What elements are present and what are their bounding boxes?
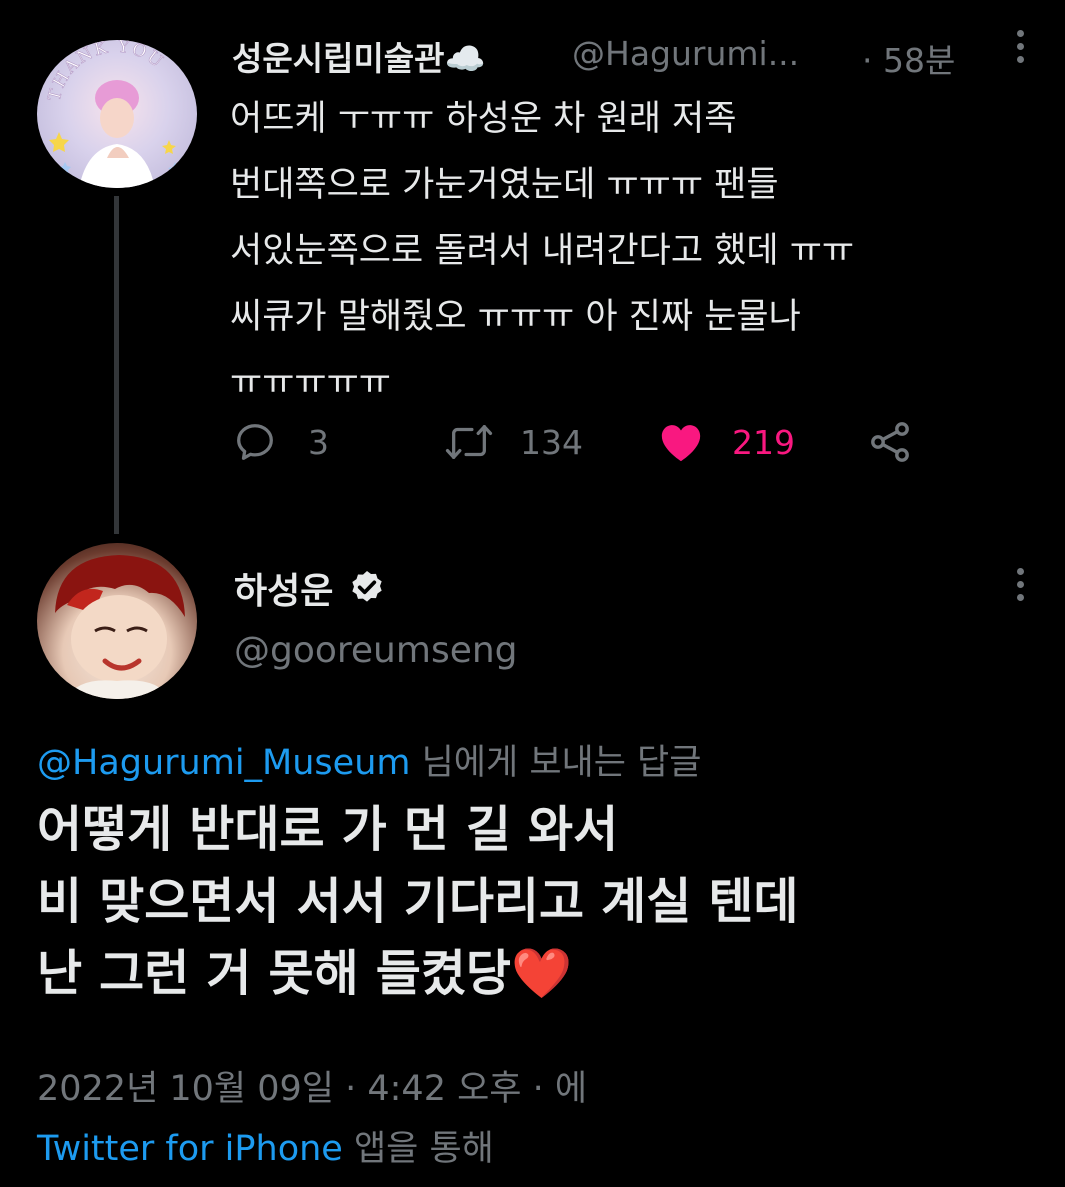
retweet-button[interactable]: 134 <box>444 414 583 470</box>
reply-count: 3 <box>308 422 329 462</box>
retweet-icon <box>445 425 493 459</box>
reply-context-suffix: 님에게 보내는 답글 <box>410 743 702 783</box>
main-more-icon[interactable] <box>1008 566 1032 608</box>
main-text-line: 비 맞으면서 서서 기다리고 계실 텐데 <box>37 873 799 930</box>
parent-text-line: 서있눈쪽으로 돌려서 내려간다고 했데 ㅠㅠ <box>230 231 855 271</box>
share-button[interactable] <box>866 414 914 470</box>
main-display-name-text: 하성운 <box>234 571 334 612</box>
main-display-name[interactable]: 하성운 <box>234 562 387 614</box>
parent-display-name[interactable]: 성운시립미술관☁️ <box>232 32 486 80</box>
parent-text-line: 번대쪽으로 가눈거였눈데 ㅠㅠㅠ 팬들 <box>230 165 779 205</box>
thread-connector-line <box>114 196 119 534</box>
avatar-image: THANK YOU <box>44 40 182 188</box>
reply-mention-link[interactable]: @Hagurumi_Museum <box>37 743 410 783</box>
reply-icon <box>237 424 273 460</box>
parent-tweet-text: 어뜨케 ㅜㅠㅠ 하성운 차 원래 저족 번대쪽으로 가눈거였눈데 ㅠㅠㅠ 팬들 … <box>230 86 1030 416</box>
tweet-source: Twitter for iPhone 앱을 통해 <box>37 1120 494 1171</box>
parent-handle[interactable]: @Hagurumi... <box>572 34 799 73</box>
main-handle[interactable]: @gooreumseng <box>234 630 518 671</box>
parent-more-icon[interactable] <box>1008 28 1032 70</box>
main-tweet-text: 어떻게 반대로 가 먼 길 와서 비 맞으면서 서서 기다리고 계실 텐데 난 … <box>37 794 1037 1010</box>
like-count: 219 <box>732 422 795 462</box>
avatar-image <box>55 555 185 699</box>
main-text-line: 난 그런 거 못해 들켰당❤️ <box>37 945 572 1002</box>
reply-context: @Hagurumi_Museum 님에게 보내는 답글 <box>37 734 701 785</box>
retweet-count: 134 <box>520 422 583 462</box>
parent-text-line: 씨큐가 말해줬오 ㅠㅠㅠ 아 진짜 눈물나 <box>230 297 801 337</box>
parent-text-line: 어뜨케 ㅜㅠㅠ 하성운 차 원래 저족 <box>230 99 737 139</box>
parent-timestamp[interactable]: · 58분 <box>862 34 955 82</box>
verified-badge-icon <box>352 571 383 602</box>
parent-text-line: ㅠㅠㅠㅠㅠ <box>230 363 392 403</box>
main-timestamp[interactable]: 2022년 10월 09일 · 4:42 오후 · 에 <box>37 1060 587 1111</box>
source-suffix: 앱을 통해 <box>342 1129 494 1169</box>
heart-icon <box>661 425 701 462</box>
like-button[interactable]: 219 <box>656 414 795 470</box>
parent-avatar[interactable]: THANK YOU <box>37 40 197 188</box>
main-text-line: 어떻게 반대로 가 먼 길 와서 <box>37 801 619 858</box>
share-icon <box>871 422 909 462</box>
reply-button[interactable]: 3 <box>232 414 329 470</box>
main-avatar[interactable] <box>37 543 197 699</box>
source-app-link[interactable]: Twitter for iPhone <box>37 1129 343 1169</box>
